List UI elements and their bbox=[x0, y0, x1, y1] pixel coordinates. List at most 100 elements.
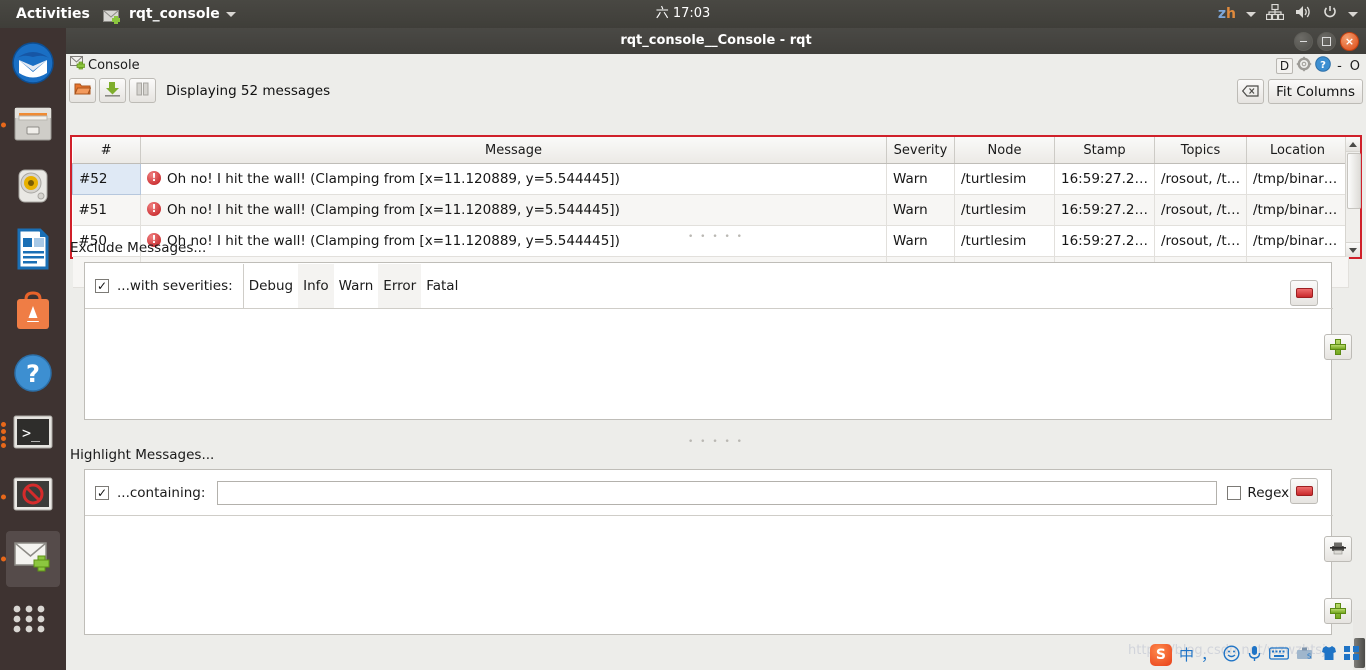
cell-stamp[interactable]: 16:59:27.2… bbox=[1054, 225, 1155, 257]
cell-node[interactable]: /turtlesim bbox=[954, 225, 1055, 257]
punctuation-icon[interactable]: ， bbox=[1201, 647, 1216, 663]
cell-location[interactable]: /tmp/binar… bbox=[1246, 225, 1349, 257]
open-button[interactable] bbox=[69, 78, 96, 103]
dock-minimize-button[interactable]: - bbox=[1334, 59, 1345, 74]
splitter-handle-top[interactable]: • • • • • bbox=[66, 233, 1366, 242]
grid-icon[interactable] bbox=[1344, 645, 1360, 665]
severity-option-error[interactable]: Error bbox=[378, 263, 422, 308]
launcher-item-thunderbird[interactable] bbox=[0, 32, 66, 94]
gear-icon[interactable] bbox=[1296, 56, 1312, 76]
cell-stamp[interactable]: 16:59:27.2… bbox=[1054, 194, 1155, 226]
launcher-item-blocked-app[interactable] bbox=[0, 466, 66, 528]
help-icon[interactable]: ? bbox=[1315, 56, 1331, 76]
launcher-item-rhythmbox[interactable] bbox=[0, 156, 66, 218]
microphone-icon[interactable] bbox=[1247, 645, 1262, 666]
svg-text:S: S bbox=[1307, 652, 1312, 660]
cell-node[interactable]: /turtlesim bbox=[954, 163, 1055, 195]
language-indicator[interactable]: zh bbox=[1218, 6, 1236, 22]
fit-columns-button[interactable]: Fit Columns bbox=[1268, 79, 1363, 104]
error-icon bbox=[147, 170, 161, 185]
toolbox-icon[interactable]: S bbox=[1296, 646, 1314, 665]
cell-topics[interactable]: /rosout, /t… bbox=[1154, 225, 1247, 257]
cell-severity[interactable]: Warn bbox=[886, 225, 955, 257]
cell-severity[interactable]: Warn bbox=[886, 163, 955, 195]
regex-checkbox[interactable] bbox=[1227, 485, 1242, 500]
thunderbird-icon bbox=[12, 42, 54, 84]
window-titlebar[interactable]: rqt_console__Console - rqt × bbox=[66, 28, 1366, 54]
table-row[interactable]: #52 Oh no! I hit the wall! (Clamping fro… bbox=[72, 163, 1349, 195]
svg-text:?: ? bbox=[26, 360, 40, 388]
column-header-node[interactable]: Node bbox=[954, 137, 1055, 164]
highlight-filter-checkbox[interactable] bbox=[95, 485, 109, 500]
launcher-item-help[interactable]: ? bbox=[0, 342, 66, 404]
column-header-message[interactable]: Message bbox=[140, 137, 887, 164]
scroll-down-icon[interactable] bbox=[1346, 242, 1360, 257]
cell-topics[interactable]: /rosout, /t… bbox=[1154, 194, 1247, 226]
highlight-remove-filter-button[interactable] bbox=[1290, 478, 1318, 504]
highlight-message-filter-button[interactable] bbox=[1324, 536, 1352, 562]
column-header-stamp[interactable]: Stamp bbox=[1054, 137, 1155, 164]
sogou-logo-icon[interactable]: S bbox=[1149, 644, 1172, 666]
console-tab[interactable]: Console bbox=[70, 56, 140, 74]
network-icon[interactable] bbox=[1265, 3, 1285, 24]
clear-button[interactable] bbox=[1237, 79, 1265, 104]
highlight-messages-panel: ...containing: Regex bbox=[84, 469, 1333, 635]
launcher-item-ubuntu-software[interactable] bbox=[0, 280, 66, 342]
scroll-up-icon[interactable] bbox=[1346, 137, 1360, 152]
highlight-text-input[interactable] bbox=[217, 480, 1218, 505]
minimize-button[interactable] bbox=[1294, 32, 1313, 51]
severity-option-info[interactable]: Info bbox=[298, 263, 334, 308]
severity-option-debug[interactable]: Debug bbox=[244, 264, 298, 308]
highlight-add-filter-button[interactable] bbox=[1324, 598, 1352, 624]
clock[interactable]: 六 17:03 bbox=[0, 0, 1366, 28]
cell-message[interactable]: Oh no! I hit the wall! (Clamping from [x… bbox=[140, 163, 887, 195]
maximize-button[interactable] bbox=[1317, 32, 1336, 51]
launcher-item-files[interactable] bbox=[0, 94, 66, 156]
column-header-severity[interactable]: Severity bbox=[886, 137, 955, 164]
splitter-handle-bottom[interactable]: • • • • • bbox=[66, 438, 1366, 447]
pause-button[interactable] bbox=[129, 78, 156, 103]
launcher-item-terminal[interactable]: >_ bbox=[0, 404, 66, 466]
column-header-topics[interactable]: Topics bbox=[1154, 137, 1247, 164]
save-button[interactable] bbox=[99, 78, 126, 103]
cell-severity[interactable]: Warn bbox=[886, 194, 955, 226]
volume-icon[interactable] bbox=[1294, 4, 1312, 24]
exclude-filter-checkbox[interactable] bbox=[95, 278, 109, 293]
input-method-tray: S 中 ， S bbox=[1149, 642, 1360, 668]
session-chevron-icon[interactable] bbox=[1348, 11, 1358, 17]
cell-topics[interactable]: /rosout, /t… bbox=[1154, 163, 1247, 195]
cell-number[interactable]: #51 bbox=[72, 194, 141, 226]
severity-list[interactable]: Debug Info Warn Error Fatal bbox=[244, 263, 464, 308]
exclude-remove-filter-button[interactable] bbox=[1290, 280, 1318, 306]
scrollbar-thumb[interactable] bbox=[1347, 153, 1361, 209]
severity-option-warn[interactable]: Warn bbox=[334, 264, 379, 308]
apps-grid-icon bbox=[12, 604, 54, 646]
chinese-mode-icon[interactable]: 中 bbox=[1179, 647, 1194, 663]
dock-d-icon[interactable]: D bbox=[1275, 58, 1294, 74]
dock-close-button[interactable]: O bbox=[1348, 59, 1362, 74]
power-icon[interactable] bbox=[1322, 4, 1338, 24]
launcher-item-rqt-console[interactable] bbox=[0, 528, 66, 590]
cell-message[interactable]: Oh no! I hit the wall! (Clamping from [x… bbox=[140, 194, 887, 226]
cell-stamp[interactable]: 16:59:27.2… bbox=[1054, 163, 1155, 195]
keyboard-icon[interactable] bbox=[1269, 646, 1289, 665]
cell-location[interactable]: /tmp/binar… bbox=[1246, 194, 1349, 226]
cell-number[interactable]: #52 bbox=[72, 163, 141, 195]
shirt-icon[interactable] bbox=[1321, 645, 1337, 665]
severity-option-fatal[interactable]: Fatal bbox=[421, 264, 463, 308]
launcher-item-show-applications[interactable] bbox=[0, 594, 66, 656]
exclude-filter-row: ...with severities: Debug Info Warn Erro… bbox=[85, 263, 1333, 309]
table-row[interactable]: #51 Oh no! I hit the wall! (Clamping fro… bbox=[72, 194, 1349, 226]
smiley-icon[interactable] bbox=[1223, 644, 1240, 666]
exclude-add-filter-button[interactable] bbox=[1324, 334, 1352, 360]
close-button[interactable]: × bbox=[1340, 32, 1359, 51]
exclude-filter-label: ...with severities: bbox=[117, 277, 233, 294]
launcher-item-libreoffice[interactable] bbox=[0, 218, 66, 280]
language-chevron-icon[interactable] bbox=[1246, 11, 1256, 17]
cell-location[interactable]: /tmp/binar… bbox=[1246, 163, 1349, 195]
cell-message[interactable]: Oh no! I hit the wall! (Clamping from [x… bbox=[140, 225, 887, 257]
cell-node[interactable]: /turtlesim bbox=[954, 194, 1055, 226]
error-icon bbox=[147, 201, 161, 216]
column-header-number[interactable]: # bbox=[72, 137, 141, 164]
column-header-location[interactable]: Location bbox=[1246, 137, 1349, 164]
